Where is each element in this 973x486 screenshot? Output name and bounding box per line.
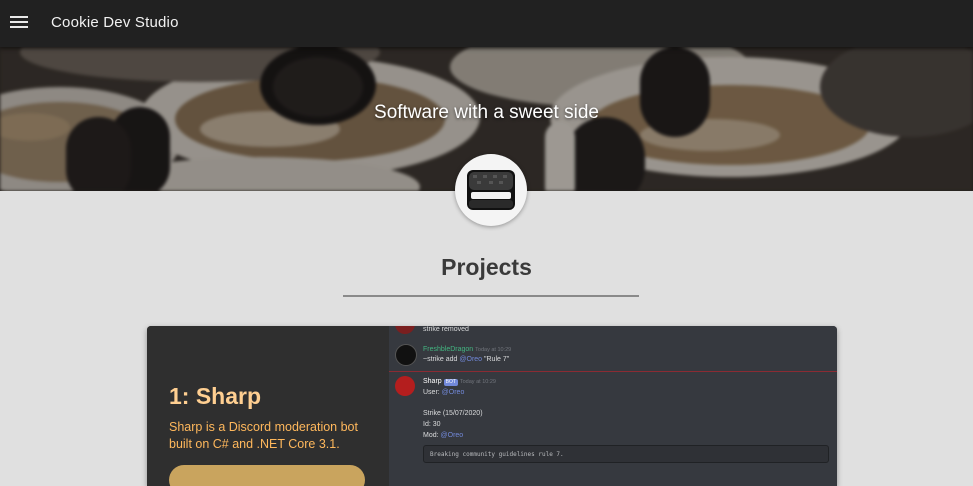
message-timestamp: Today at 10:29 <box>475 347 512 353</box>
app-title[interactable]: Cookie Dev Studio <box>51 14 179 31</box>
embed-code-block: Breaking community guidelines rule 7. <box>423 445 829 463</box>
project-description: Sharp is a Discord moderation bot built … <box>169 420 358 451</box>
project-card: 1: Sharp Sharp is a Discord moderation b… <box>147 326 837 486</box>
message-author: FreshbleDragon <box>423 346 474 353</box>
message-timestamp: Today at 10:29 <box>459 379 496 385</box>
user-avatar <box>395 344 417 366</box>
project-screenshot: strike removed FreshbleDragon Today at 1… <box>389 326 837 486</box>
message-author: Sharp <box>423 378 442 385</box>
project-card-info: 1: Sharp Sharp is a Discord moderation b… <box>147 326 389 486</box>
new-messages-divider <box>389 371 837 372</box>
project-link-button[interactable] <box>169 465 365 486</box>
bot-badge: BOT <box>443 379 458 386</box>
message-line: Id: 30 <box>423 421 441 428</box>
cookie-logo-icon <box>467 170 515 210</box>
avatar <box>455 154 527 226</box>
heading-divider <box>343 295 639 297</box>
hero-tagline: Software with a sweet side <box>374 102 599 123</box>
projects-heading: Projects <box>441 254 532 280</box>
hamburger-menu-icon[interactable] <box>10 14 28 32</box>
code-text: Breaking community guidelines rule 7. <box>430 451 564 458</box>
message-line: ~strike add @Oreo "Rule 7" <box>423 356 510 363</box>
message-line: Mod: @Oreo <box>423 432 464 439</box>
message-line: User: @Oreo <box>423 389 465 396</box>
app-bar: Cookie Dev Studio <box>0 0 973 47</box>
user-avatar <box>395 326 415 334</box>
project-title: 1: Sharp <box>169 383 262 409</box>
message-line: Strike (15/07/2020) <box>423 410 483 417</box>
message-line: strike removed <box>423 326 469 333</box>
bot-avatar <box>395 376 415 396</box>
